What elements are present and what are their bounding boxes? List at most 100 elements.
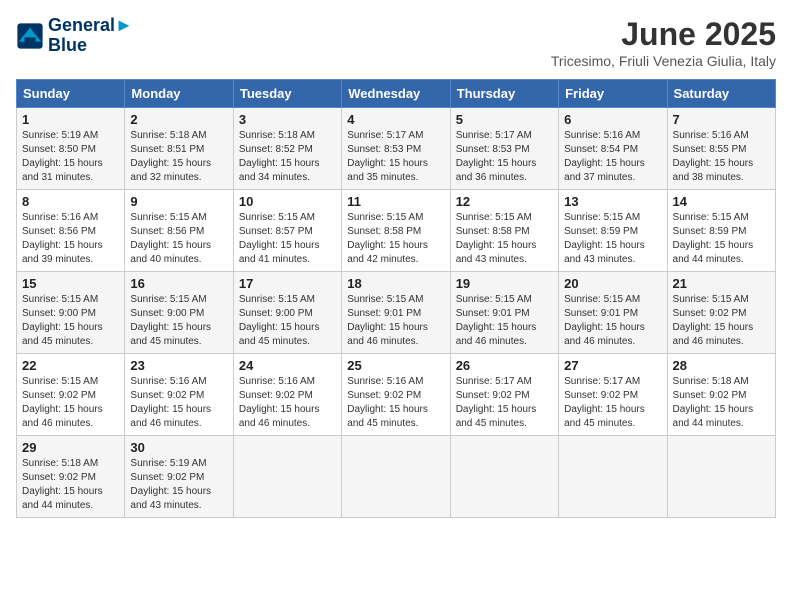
day-number: 9 [130, 194, 227, 209]
day-info: Sunrise: 5:15 AM Sunset: 9:01 PM Dayligh… [564, 293, 661, 349]
day-number: 11 [347, 194, 444, 209]
calendar-cell: 1 Sunrise: 5:19 AM Sunset: 8:50 PM Daylig… [17, 108, 125, 190]
day-header: Sunday [17, 80, 125, 108]
day-number: 16 [130, 276, 227, 291]
calendar-cell: 5 Sunrise: 5:17 AM Sunset: 8:53 PM Daylig… [450, 108, 558, 190]
calendar-cell: 17 Sunrise: 5:15 AM Sunset: 9:00 PM Dayli… [233, 272, 341, 354]
calendar-cell [559, 436, 667, 518]
calendar-cell [450, 436, 558, 518]
day-number: 27 [564, 358, 661, 373]
day-number: 13 [564, 194, 661, 209]
day-info: Sunrise: 5:18 AM Sunset: 9:02 PM Dayligh… [22, 457, 119, 513]
day-info: Sunrise: 5:19 AM Sunset: 9:02 PM Dayligh… [130, 457, 227, 513]
day-number: 28 [673, 358, 770, 373]
day-number: 1 [22, 112, 119, 127]
day-info: Sunrise: 5:17 AM Sunset: 8:53 PM Dayligh… [347, 129, 444, 185]
calendar-week-row: 1 Sunrise: 5:19 AM Sunset: 8:50 PM Daylig… [17, 108, 776, 190]
calendar-week-row: 15 Sunrise: 5:15 AM Sunset: 9:00 PM Dayli… [17, 272, 776, 354]
day-info: Sunrise: 5:16 AM Sunset: 8:55 PM Dayligh… [673, 129, 770, 185]
day-number: 17 [239, 276, 336, 291]
day-header: Monday [125, 80, 233, 108]
day-info: Sunrise: 5:15 AM Sunset: 9:00 PM Dayligh… [130, 293, 227, 349]
calendar-cell: 11 Sunrise: 5:15 AM Sunset: 8:58 PM Dayli… [342, 190, 450, 272]
calendar-cell: 6 Sunrise: 5:16 AM Sunset: 8:54 PM Daylig… [559, 108, 667, 190]
day-number: 20 [564, 276, 661, 291]
day-info: Sunrise: 5:15 AM Sunset: 9:00 PM Dayligh… [22, 293, 119, 349]
day-number: 12 [456, 194, 553, 209]
calendar-cell: 27 Sunrise: 5:17 AM Sunset: 9:02 PM Dayli… [559, 354, 667, 436]
day-info: Sunrise: 5:17 AM Sunset: 8:53 PM Dayligh… [456, 129, 553, 185]
calendar-cell: 30 Sunrise: 5:19 AM Sunset: 9:02 PM Dayli… [125, 436, 233, 518]
day-number: 8 [22, 194, 119, 209]
calendar-cell: 23Sunrise: 5:16 AM Sunset: 9:02 PM Dayli… [125, 354, 233, 436]
calendar-cell: 26 Sunrise: 5:17 AM Sunset: 9:02 PM Dayli… [450, 354, 558, 436]
calendar-cell: 8 Sunrise: 5:16 AM Sunset: 8:56 PM Daylig… [17, 190, 125, 272]
day-info: Sunrise: 5:15 AM Sunset: 8:58 PM Dayligh… [347, 211, 444, 267]
calendar-cell: 18 Sunrise: 5:15 AM Sunset: 9:01 PM Dayli… [342, 272, 450, 354]
day-header: Saturday [667, 80, 775, 108]
calendar-cell [233, 436, 341, 518]
day-info: Sunrise: 5:17 AM Sunset: 9:02 PM Dayligh… [456, 375, 553, 431]
day-info: Sunrise: 5:16 AM Sunset: 8:56 PM Dayligh… [22, 211, 119, 267]
calendar-week-row: 8 Sunrise: 5:16 AM Sunset: 8:56 PM Daylig… [17, 190, 776, 272]
day-number: 5 [456, 112, 553, 127]
day-number: 22 [22, 358, 119, 373]
day-number: 25 [347, 358, 444, 373]
calendar: SundayMondayTuesdayWednesdayThursdayFrid… [16, 79, 776, 518]
day-number: 6 [564, 112, 661, 127]
day-info: Sunrise: 5:17 AM Sunset: 9:02 PM Dayligh… [564, 375, 661, 431]
calendar-body: 1 Sunrise: 5:19 AM Sunset: 8:50 PM Daylig… [17, 108, 776, 518]
logo-text: General► Blue [48, 16, 133, 56]
day-info: Sunrise: 5:15 AM Sunset: 9:01 PM Dayligh… [347, 293, 444, 349]
day-number: 30 [130, 440, 227, 455]
calendar-cell: 29Sunrise: 5:18 AM Sunset: 9:02 PM Dayli… [17, 436, 125, 518]
day-number: 10 [239, 194, 336, 209]
location-title: Tricesimo, Friuli Venezia Giulia, Italy [551, 53, 776, 69]
calendar-week-row: 22 Sunrise: 5:15 AM Sunset: 9:02 PM Dayli… [17, 354, 776, 436]
day-info: Sunrise: 5:18 AM Sunset: 8:52 PM Dayligh… [239, 129, 336, 185]
calendar-cell [667, 436, 775, 518]
title-area: June 2025 Tricesimo, Friuli Venezia Giul… [551, 16, 776, 69]
day-info: Sunrise: 5:15 AM Sunset: 8:59 PM Dayligh… [564, 211, 661, 267]
day-info: Sunrise: 5:15 AM Sunset: 9:02 PM Dayligh… [22, 375, 119, 431]
calendar-cell: 3 Sunrise: 5:18 AM Sunset: 8:52 PM Daylig… [233, 108, 341, 190]
calendar-cell: 12 Sunrise: 5:15 AM Sunset: 8:58 PM Dayli… [450, 190, 558, 272]
day-number: 21 [673, 276, 770, 291]
calendar-cell: 19 Sunrise: 5:15 AM Sunset: 9:01 PM Dayli… [450, 272, 558, 354]
day-number: 3 [239, 112, 336, 127]
calendar-cell: 15 Sunrise: 5:15 AM Sunset: 9:00 PM Dayli… [17, 272, 125, 354]
day-number: 4 [347, 112, 444, 127]
day-number: 15 [22, 276, 119, 291]
header: General► Blue June 2025 Tricesimo, Friul… [16, 16, 776, 69]
calendar-cell: 9 Sunrise: 5:15 AM Sunset: 8:56 PM Daylig… [125, 190, 233, 272]
day-number: 23 [130, 358, 227, 373]
calendar-week-row: 29Sunrise: 5:18 AM Sunset: 9:02 PM Dayli… [17, 436, 776, 518]
day-header: Wednesday [342, 80, 450, 108]
day-info: Sunrise: 5:15 AM Sunset: 9:00 PM Dayligh… [239, 293, 336, 349]
day-number: 18 [347, 276, 444, 291]
day-info: Sunrise: 5:16 AM Sunset: 8:54 PM Dayligh… [564, 129, 661, 185]
day-info: Sunrise: 5:19 AM Sunset: 8:50 PM Dayligh… [22, 129, 119, 185]
calendar-cell: 4 Sunrise: 5:17 AM Sunset: 8:53 PM Daylig… [342, 108, 450, 190]
calendar-cell: 24Sunrise: 5:16 AM Sunset: 9:02 PM Dayli… [233, 354, 341, 436]
calendar-cell: 2Sunrise: 5:18 AM Sunset: 8:51 PM Daylig… [125, 108, 233, 190]
logo: General► Blue [16, 16, 133, 56]
day-info: Sunrise: 5:15 AM Sunset: 8:58 PM Dayligh… [456, 211, 553, 267]
calendar-cell [342, 436, 450, 518]
month-title: June 2025 [551, 16, 776, 53]
calendar-cell: 13 Sunrise: 5:15 AM Sunset: 8:59 PM Dayli… [559, 190, 667, 272]
calendar-cell: 20 Sunrise: 5:15 AM Sunset: 9:01 PM Dayli… [559, 272, 667, 354]
day-number: 2 [130, 112, 227, 127]
day-info: Sunrise: 5:15 AM Sunset: 8:59 PM Dayligh… [673, 211, 770, 267]
day-info: Sunrise: 5:15 AM Sunset: 8:56 PM Dayligh… [130, 211, 227, 267]
day-info: Sunrise: 5:16 AM Sunset: 9:02 PM Dayligh… [239, 375, 336, 431]
day-info: Sunrise: 5:15 AM Sunset: 9:01 PM Dayligh… [456, 293, 553, 349]
day-header: Tuesday [233, 80, 341, 108]
calendar-cell: 7Sunrise: 5:16 AM Sunset: 8:55 PM Daylig… [667, 108, 775, 190]
calendar-cell: 25Sunrise: 5:16 AM Sunset: 9:02 PM Dayli… [342, 354, 450, 436]
calendar-cell: 22 Sunrise: 5:15 AM Sunset: 9:02 PM Dayli… [17, 354, 125, 436]
calendar-cell: 16 Sunrise: 5:15 AM Sunset: 9:00 PM Dayli… [125, 272, 233, 354]
day-info: Sunrise: 5:15 AM Sunset: 8:57 PM Dayligh… [239, 211, 336, 267]
day-number: 26 [456, 358, 553, 373]
day-number: 19 [456, 276, 553, 291]
